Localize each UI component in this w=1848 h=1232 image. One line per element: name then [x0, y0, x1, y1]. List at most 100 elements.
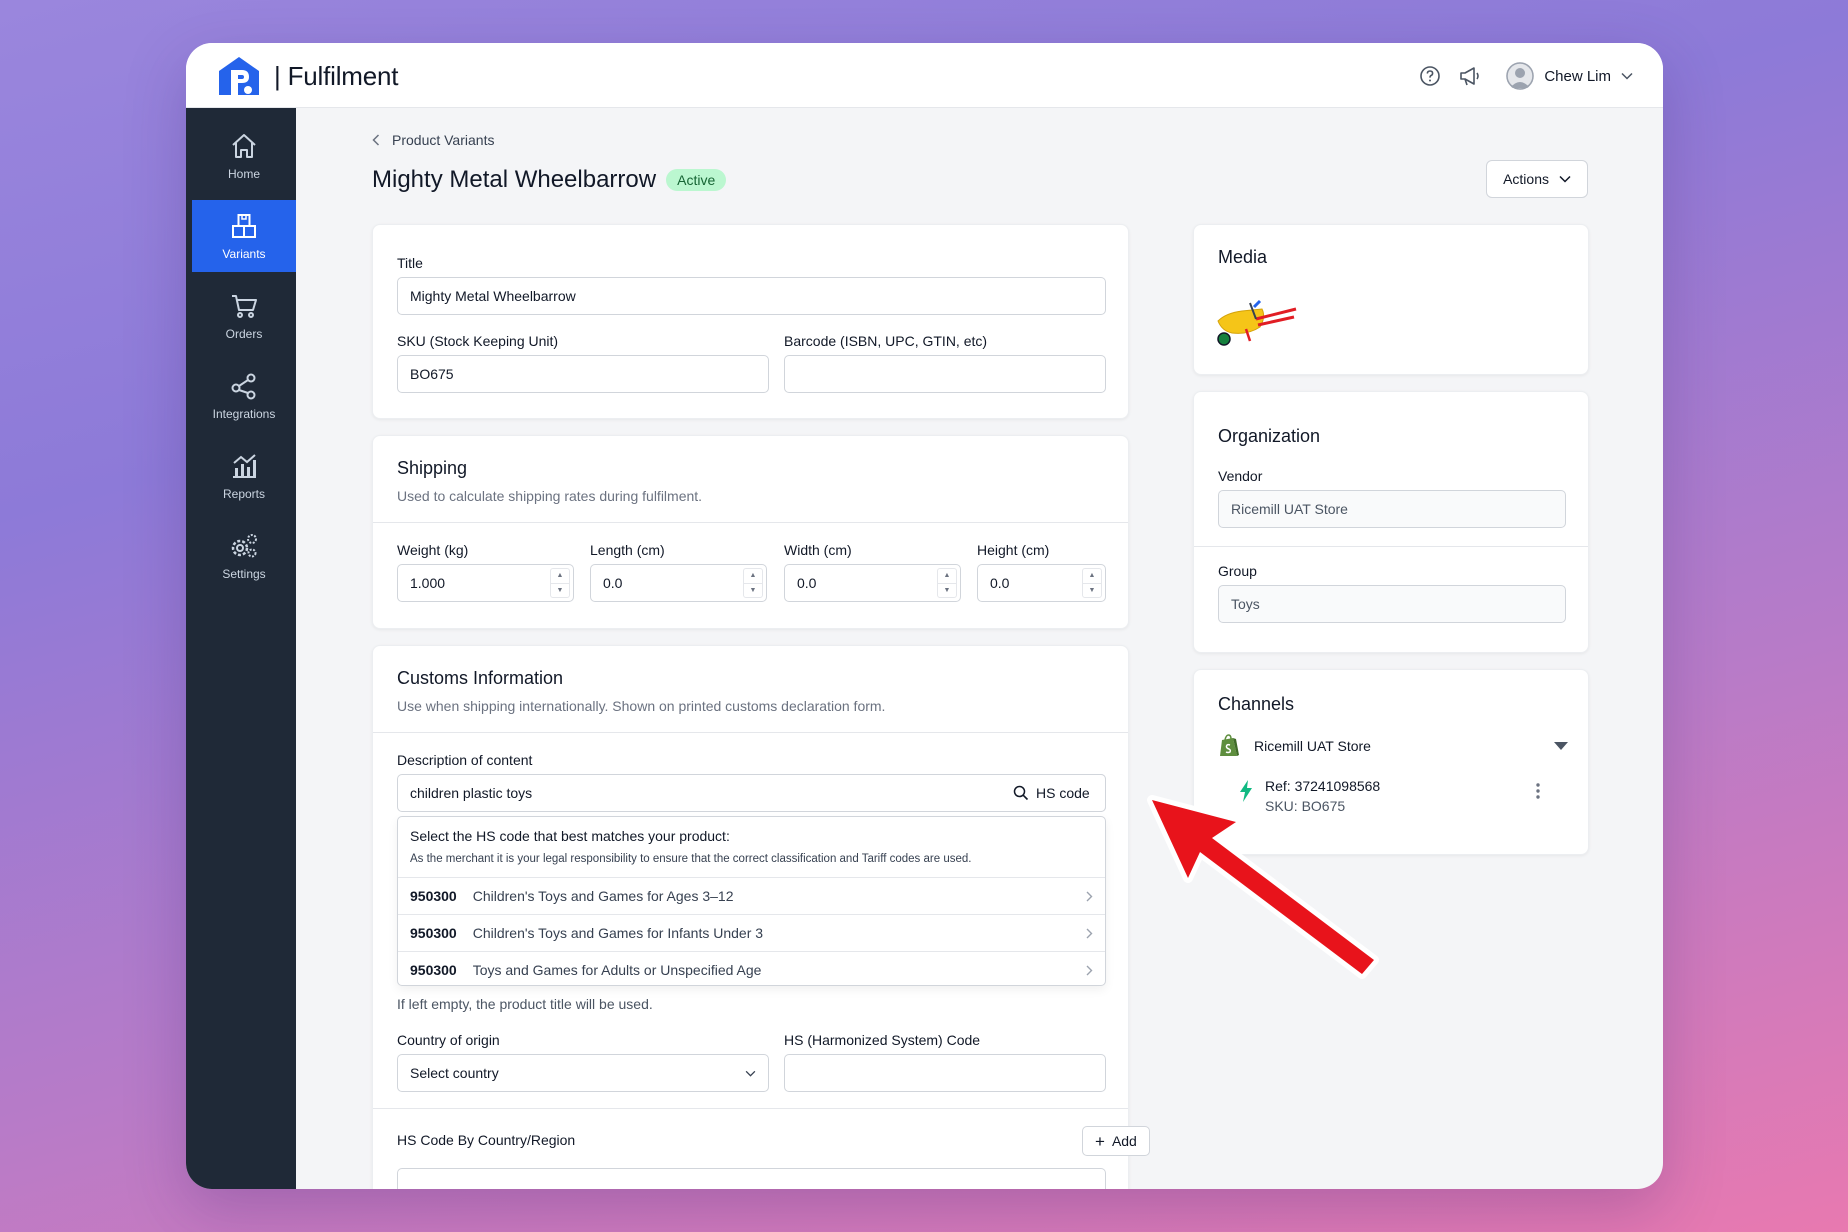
user-name: Chew Lim	[1544, 67, 1611, 85]
hs-option-label: Toys and Games for Adults or Unspecified…	[472, 962, 762, 978]
sidebar-item-label: Home	[227, 167, 260, 181]
hs-code-button-label: HS code	[1036, 785, 1090, 801]
shopify-icon	[1220, 734, 1239, 756]
sidebar-item-reports[interactable]: Reports	[192, 440, 296, 512]
main-content: Product Variants Mighty Metal Wheelbarro…	[296, 108, 1663, 1189]
chevron-left-icon	[372, 134, 380, 146]
hs-code-button[interactable]: HS code	[1001, 774, 1106, 812]
actions-button[interactable]: Actions	[1486, 160, 1588, 198]
chevron-right-icon	[1086, 928, 1093, 938]
stepper-down-icon[interactable]: ▼	[551, 584, 569, 598]
divider	[373, 732, 1128, 733]
sidebar-item-home[interactable]: Home	[192, 120, 296, 192]
chevron-down-icon	[1559, 175, 1571, 183]
description-input[interactable]: children plastic toys	[397, 774, 1048, 812]
sku-input[interactable]: BO675	[397, 355, 769, 393]
chevron-right-icon	[1086, 965, 1093, 975]
height-input[interactable]: 0.0 ▲ ▼	[977, 564, 1106, 602]
stepper-up-icon[interactable]: ▲	[938, 569, 956, 584]
gears-icon	[231, 534, 257, 558]
weight-input[interactable]: 1.000 ▲ ▼	[397, 564, 574, 602]
sidebar-item-settings[interactable]: Settings	[192, 520, 296, 592]
stepper-down-icon[interactable]: ▼	[1083, 584, 1101, 598]
vendor-label: Vendor	[1218, 468, 1263, 484]
product-card: Title Mighty Metal Wheelbarrow SKU (Stoc…	[372, 224, 1129, 419]
hs-option[interactable]: 950300 Children's Toys and Games for Age…	[398, 877, 1105, 914]
annotation-arrow-icon	[1147, 795, 1379, 979]
organization-heading: Organization	[1218, 426, 1321, 446]
length-stepper[interactable]: ▲ ▼	[743, 568, 763, 598]
sidebar: Home Variants Orders Integrations Report…	[186, 108, 296, 1189]
group-input[interactable]: Toys	[1218, 585, 1566, 623]
barcode-input[interactable]	[784, 355, 1106, 393]
weight-value: 1.000	[410, 575, 446, 591]
vendor-input[interactable]: Ricemill UAT Store	[1218, 490, 1566, 528]
hs-option[interactable]: 950300 Toys and Games for Adults or Unsp…	[398, 951, 1105, 988]
channel-store-name: Ricemill UAT Store	[1254, 738, 1371, 754]
more-vertical-icon[interactable]	[1535, 782, 1541, 800]
stepper-up-icon[interactable]: ▲	[551, 569, 569, 584]
top-right-controls: Chew Lim	[1402, 57, 1633, 95]
stepper-down-icon[interactable]: ▼	[744, 584, 762, 598]
hs-option-code: 950300	[410, 962, 457, 978]
customs-subtitle: Use when shipping internationally. Shown…	[397, 698, 886, 714]
stepper-up-icon[interactable]: ▲	[1083, 569, 1101, 584]
search-icon	[1013, 785, 1029, 801]
sku-label: SKU (Stock Keeping Unit)	[397, 333, 559, 349]
country-select[interactable]: Select country	[397, 1054, 769, 1092]
sidebar-item-label: Reports	[222, 487, 266, 501]
breadcrumb[interactable]: Product Variants	[372, 132, 494, 148]
page-title: Mighty Metal Wheelbarrow Active	[372, 166, 727, 194]
home-icon	[232, 134, 256, 158]
sidebar-item-variants[interactable]: Variants	[192, 200, 296, 272]
caret-down-icon[interactable]	[1554, 742, 1568, 750]
weight-label: Weight (kg)	[397, 542, 469, 558]
megaphone-icon[interactable]	[1458, 64, 1482, 88]
group-label: Group	[1218, 563, 1257, 579]
hs-by-country-field[interactable]	[397, 1168, 1106, 1189]
shipping-card: Shipping Used to calculate shipping rate…	[372, 435, 1129, 629]
breadcrumb-link[interactable]: Product Variants	[392, 132, 494, 148]
width-stepper[interactable]: ▲ ▼	[937, 568, 957, 598]
channel-store-row[interactable]: Ricemill UAT Store	[1218, 734, 1568, 758]
chevron-right-icon	[1086, 891, 1093, 901]
stepper-up-icon[interactable]: ▲	[744, 569, 762, 584]
sidebar-item-label: Orders	[225, 327, 263, 341]
plus-icon: +	[1095, 1131, 1105, 1151]
wheelbarrow-image[interactable]	[1216, 297, 1298, 351]
sidebar-item-label: Variants	[222, 247, 266, 261]
hs-code-dropdown: Select the HS code that best matches you…	[397, 816, 1106, 986]
weight-stepper[interactable]: ▲ ▼	[550, 568, 570, 598]
help-circle-icon[interactable]	[1418, 64, 1442, 88]
length-input[interactable]: 0.0 ▲ ▼	[590, 564, 767, 602]
sidebar-item-orders[interactable]: Orders	[192, 280, 296, 352]
actions-label: Actions	[1503, 171, 1549, 187]
barcode-label: Barcode (ISBN, UPC, GTIN, etc)	[784, 333, 988, 349]
country-label: Country of origin	[397, 1032, 500, 1048]
width-input[interactable]: 0.0 ▲ ▼	[784, 564, 961, 602]
hs-option-label: Children's Toys and Games for Infants Un…	[472, 925, 764, 941]
brand[interactable]: | Fulfilment	[216, 55, 398, 97]
divider	[373, 522, 1128, 523]
stepper-down-icon[interactable]: ▼	[938, 584, 956, 598]
height-stepper[interactable]: ▲ ▼	[1082, 568, 1102, 598]
add-button[interactable]: + Add	[1082, 1126, 1150, 1156]
title-input[interactable]: Mighty Metal Wheelbarrow	[397, 277, 1106, 315]
cart-icon	[232, 295, 257, 318]
width-label: Width (cm)	[784, 542, 852, 558]
dropdown-note: As the merchant it is your legal respons…	[410, 853, 972, 865]
length-value: 0.0	[603, 575, 623, 591]
chart-icon	[233, 454, 256, 478]
hs-option[interactable]: 950300 Children's Toys and Games for Inf…	[398, 914, 1105, 951]
dropdown-heading: Select the HS code that best matches you…	[410, 828, 730, 844]
hs-by-country-label: HS Code By Country/Region	[397, 1132, 576, 1148]
user-menu[interactable]: Chew Lim	[1506, 62, 1633, 90]
hs-system-input[interactable]	[784, 1054, 1106, 1092]
customs-card: Customs Information Use when shipping in…	[372, 645, 1150, 1189]
customs-heading: Customs Information	[397, 668, 564, 688]
description-helper: If left empty, the product title will be…	[397, 996, 653, 1012]
sidebar-item-integrations[interactable]: Integrations	[192, 360, 296, 432]
share-icon	[231, 373, 256, 400]
sidebar-item-label: Integrations	[212, 407, 276, 421]
shipping-subtitle: Used to calculate shipping rates during …	[397, 488, 703, 504]
